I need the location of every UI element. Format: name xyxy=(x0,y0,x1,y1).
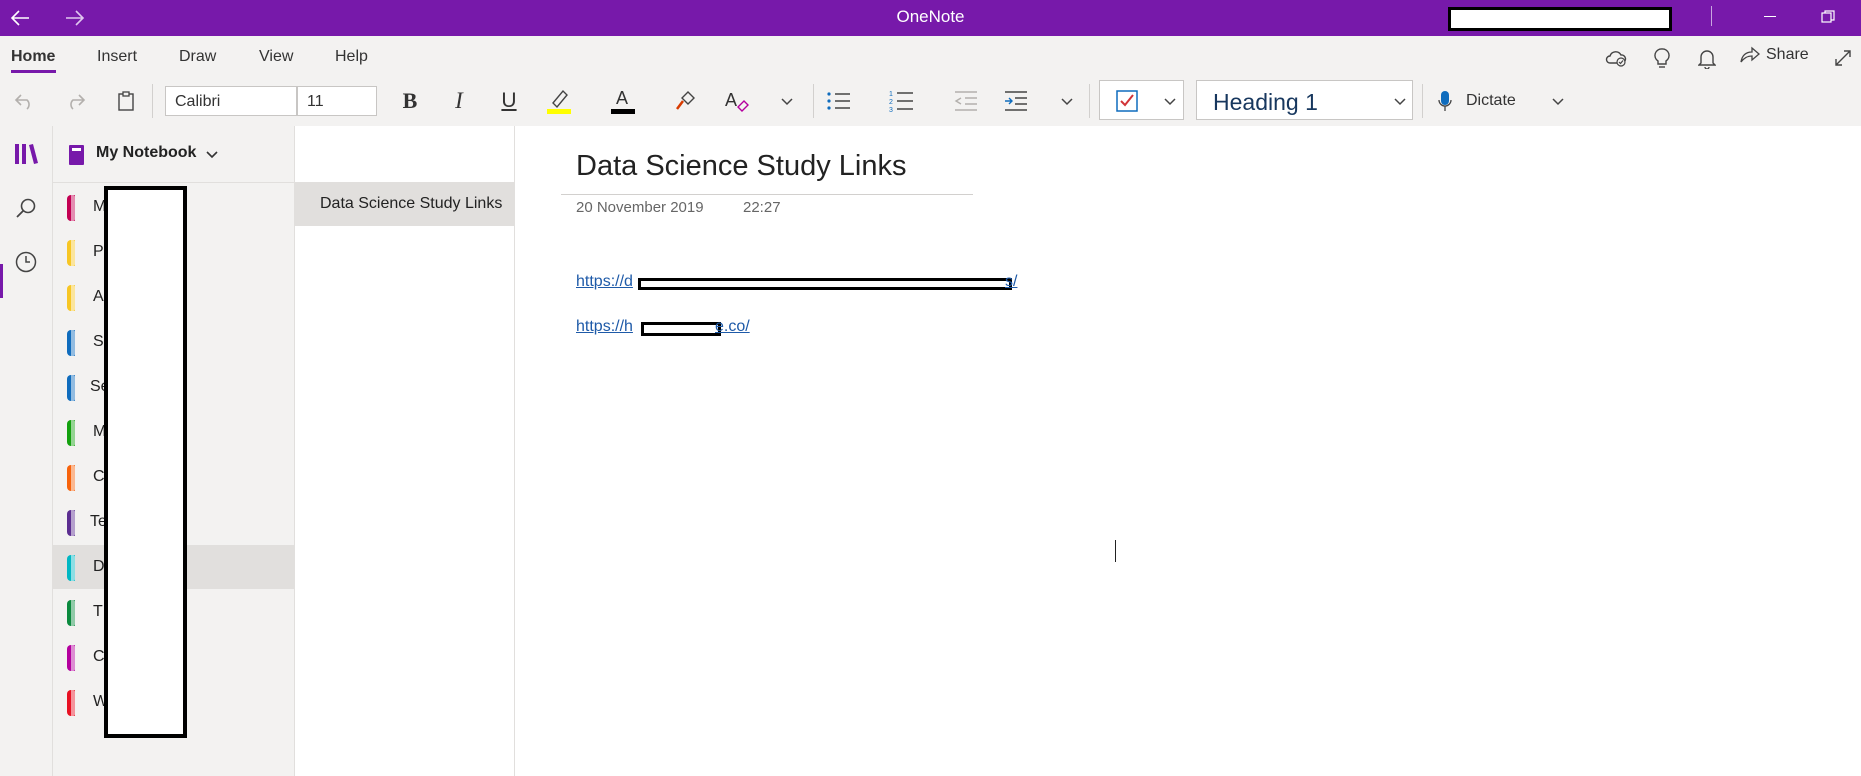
tab-view[interactable]: View xyxy=(259,48,293,66)
redacted-link-text xyxy=(641,322,721,336)
checkbox-tag-icon xyxy=(1116,90,1138,112)
text-cursor xyxy=(1115,540,1116,562)
sync-status-icon[interactable] xyxy=(1602,44,1630,72)
page-item[interactable]: Data Science Study Links xyxy=(295,182,514,226)
link-2-end[interactable]: e.co/ xyxy=(715,318,750,336)
format-painter-icon[interactable] xyxy=(671,86,701,116)
notebook-icon xyxy=(69,145,84,165)
minimize-button[interactable] xyxy=(1750,0,1790,34)
section-color-tab xyxy=(67,645,75,671)
section-label: T xyxy=(93,603,103,620)
ribbon-tabs: Home Insert Draw View Help xyxy=(0,36,1861,76)
tab-home[interactable]: Home xyxy=(11,48,55,66)
active-tab-indicator xyxy=(11,70,56,73)
notebooks-icon[interactable] xyxy=(8,136,44,172)
page-title[interactable]: Data Science Study Links xyxy=(576,150,906,183)
italic-icon[interactable]: I xyxy=(444,86,474,116)
clipboard-icon[interactable] xyxy=(111,86,141,116)
clear-formatting-icon[interactable]: A xyxy=(722,86,752,116)
heading-style-dropdown[interactable]: Heading 1 xyxy=(1196,80,1413,120)
svg-text:A: A xyxy=(725,90,737,110)
title-bar: OneNote xyxy=(0,0,1861,36)
section-label: D xyxy=(93,558,105,575)
bulleted-list-icon[interactable] xyxy=(824,86,854,116)
toolbar-divider xyxy=(152,84,153,118)
redacted-link-text xyxy=(638,278,1012,290)
expand-icon[interactable] xyxy=(1829,44,1857,72)
decrease-indent-icon[interactable] xyxy=(951,86,981,116)
search-icon[interactable] xyxy=(8,190,44,226)
chevron-down-icon[interactable] xyxy=(1545,86,1571,116)
notebook-header[interactable]: My Notebook xyxy=(53,126,294,183)
titlebar-divider xyxy=(1711,6,1712,26)
section-color-tab xyxy=(67,330,75,356)
toolbar-divider xyxy=(1422,84,1423,118)
highlight-icon[interactable] xyxy=(544,84,574,116)
svg-text:A: A xyxy=(616,88,628,108)
chevron-down-icon xyxy=(206,151,218,159)
section-color-tab xyxy=(67,240,75,266)
section-color-tab xyxy=(67,375,75,401)
section-color-tab xyxy=(67,600,75,626)
share-button[interactable]: Share xyxy=(1740,46,1809,64)
style-value: Heading 1 xyxy=(1213,89,1318,115)
dictate-button[interactable]: Dictate xyxy=(1466,92,1516,110)
chevron-down-icon[interactable] xyxy=(774,86,800,116)
font-name-field[interactable]: Calibri xyxy=(165,86,297,116)
tab-insert[interactable]: Insert xyxy=(97,48,137,66)
chevron-down-icon xyxy=(1394,98,1406,106)
underline-icon[interactable]: U xyxy=(494,86,524,116)
note-canvas[interactable] xyxy=(515,126,1861,776)
font-color-icon[interactable]: A xyxy=(608,84,638,116)
tab-help[interactable]: Help xyxy=(335,48,368,66)
section-color-tab xyxy=(67,285,75,311)
redacted-account-box xyxy=(1448,7,1672,31)
svg-text:2: 2 xyxy=(889,99,893,106)
title-underline xyxy=(561,194,973,195)
svg-text:3: 3 xyxy=(889,107,893,113)
microphone-icon[interactable] xyxy=(1430,86,1460,116)
section-color-tab xyxy=(67,510,75,536)
section-color-tab xyxy=(67,195,75,221)
todo-tag-dropdown[interactable] xyxy=(1099,80,1184,120)
bold-icon[interactable]: B xyxy=(395,86,425,116)
link-1-end[interactable]: s/ xyxy=(1005,273,1017,291)
toolbar-divider xyxy=(1089,84,1090,118)
chevron-down-icon[interactable] xyxy=(1054,86,1080,116)
link-1-start[interactable]: https://d xyxy=(576,273,633,291)
toolbar-divider xyxy=(813,84,814,118)
redo-icon[interactable] xyxy=(60,86,90,116)
page-label: Data Science Study Links xyxy=(320,195,503,212)
section-color-tab xyxy=(67,555,75,581)
undo-icon[interactable] xyxy=(10,86,40,116)
link-2-start[interactable]: https://h xyxy=(576,318,633,336)
numbered-list-icon[interactable]: 123 xyxy=(887,86,917,116)
notebook-name: My Notebook xyxy=(96,144,197,161)
section-label: P xyxy=(93,243,104,260)
pages-pane: Data Science Study Links xyxy=(295,126,515,776)
section-color-tab xyxy=(67,420,75,446)
navigation-rail xyxy=(0,126,53,776)
chevron-down-icon xyxy=(1164,98,1176,106)
tab-draw[interactable]: Draw xyxy=(179,48,216,66)
rail-active-indicator xyxy=(0,264,3,298)
redacted-section-names xyxy=(104,186,187,738)
section-color-tab xyxy=(67,465,75,491)
font-size-field[interactable]: 11 xyxy=(297,86,377,116)
page-time: 22:27 xyxy=(743,199,781,216)
increase-indent-icon[interactable] xyxy=(1001,86,1031,116)
bell-icon[interactable] xyxy=(1693,44,1721,72)
share-label: Share xyxy=(1766,46,1809,63)
svg-text:1: 1 xyxy=(889,91,893,98)
share-icon xyxy=(1740,46,1760,63)
section-color-tab xyxy=(67,690,75,716)
section-label: C xyxy=(93,468,105,485)
lightbulb-icon[interactable] xyxy=(1648,44,1676,72)
page-date: 20 November 2019 xyxy=(576,199,704,216)
restore-button[interactable] xyxy=(1808,0,1848,34)
recent-clock-icon[interactable] xyxy=(8,244,44,280)
